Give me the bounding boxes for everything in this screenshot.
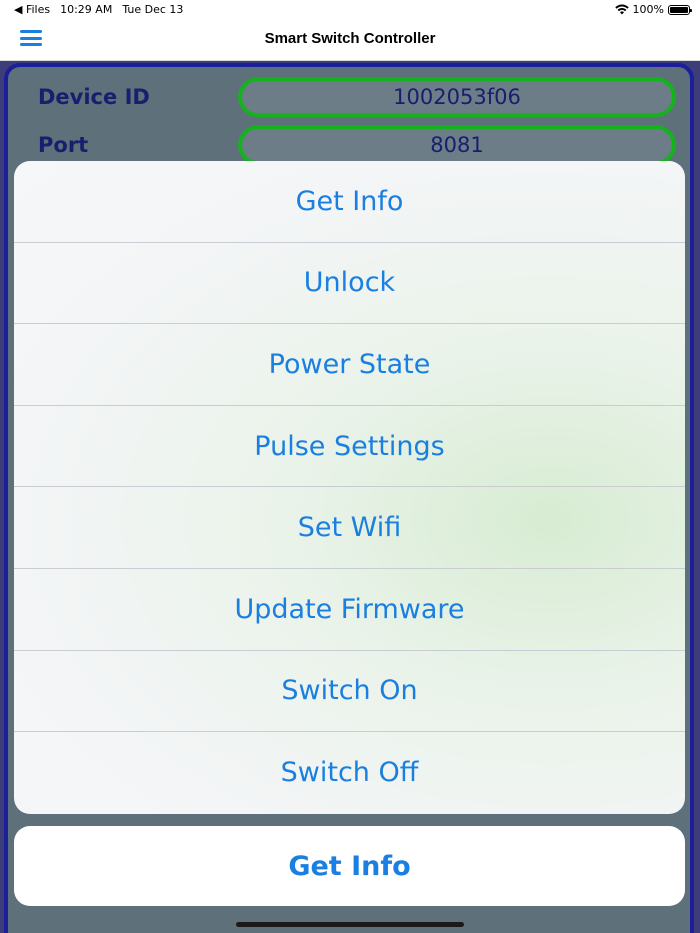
action-update-firmware[interactable]: Update Firmware [14,569,685,651]
action-switch-off[interactable]: Switch Off [14,732,685,814]
port-field[interactable]: 8081 [238,125,676,165]
action-power-state[interactable]: Power State [14,324,685,406]
wifi-icon [614,4,629,15]
page-title: Smart Switch Controller [264,30,436,47]
battery-percent: 100% [632,3,664,16]
device-id-field[interactable]: 1002053f06 [238,77,676,117]
action-get-info[interactable]: Get Info [14,161,685,243]
action-pulse-settings[interactable]: Pulse Settings [14,406,685,488]
status-date: Tue Dec 13 [122,3,184,16]
screen: ◀ Files 10:29 AM Tue Dec 13 100% Smart S… [0,0,700,933]
device-id-label: Device ID [38,85,150,109]
port-label: Port [38,133,89,157]
status-bar: ◀ Files 10:29 AM Tue Dec 13 100% [0,0,700,20]
back-to-app-link[interactable]: ◀ Files [14,3,50,16]
action-set-wifi[interactable]: Set Wifi [14,487,685,569]
action-switch-on[interactable]: Switch On [14,651,685,733]
home-indicator[interactable] [236,922,464,927]
cancel-button[interactable]: Get Info [14,826,685,906]
action-sheet: Get Info Unlock Power State Pulse Settin… [14,161,685,814]
action-unlock[interactable]: Unlock [14,243,685,325]
status-time: 10:29 AM [60,3,113,16]
battery-icon [668,4,692,15]
battery-level [670,6,688,13]
navigation-bar: Smart Switch Controller [0,20,700,61]
